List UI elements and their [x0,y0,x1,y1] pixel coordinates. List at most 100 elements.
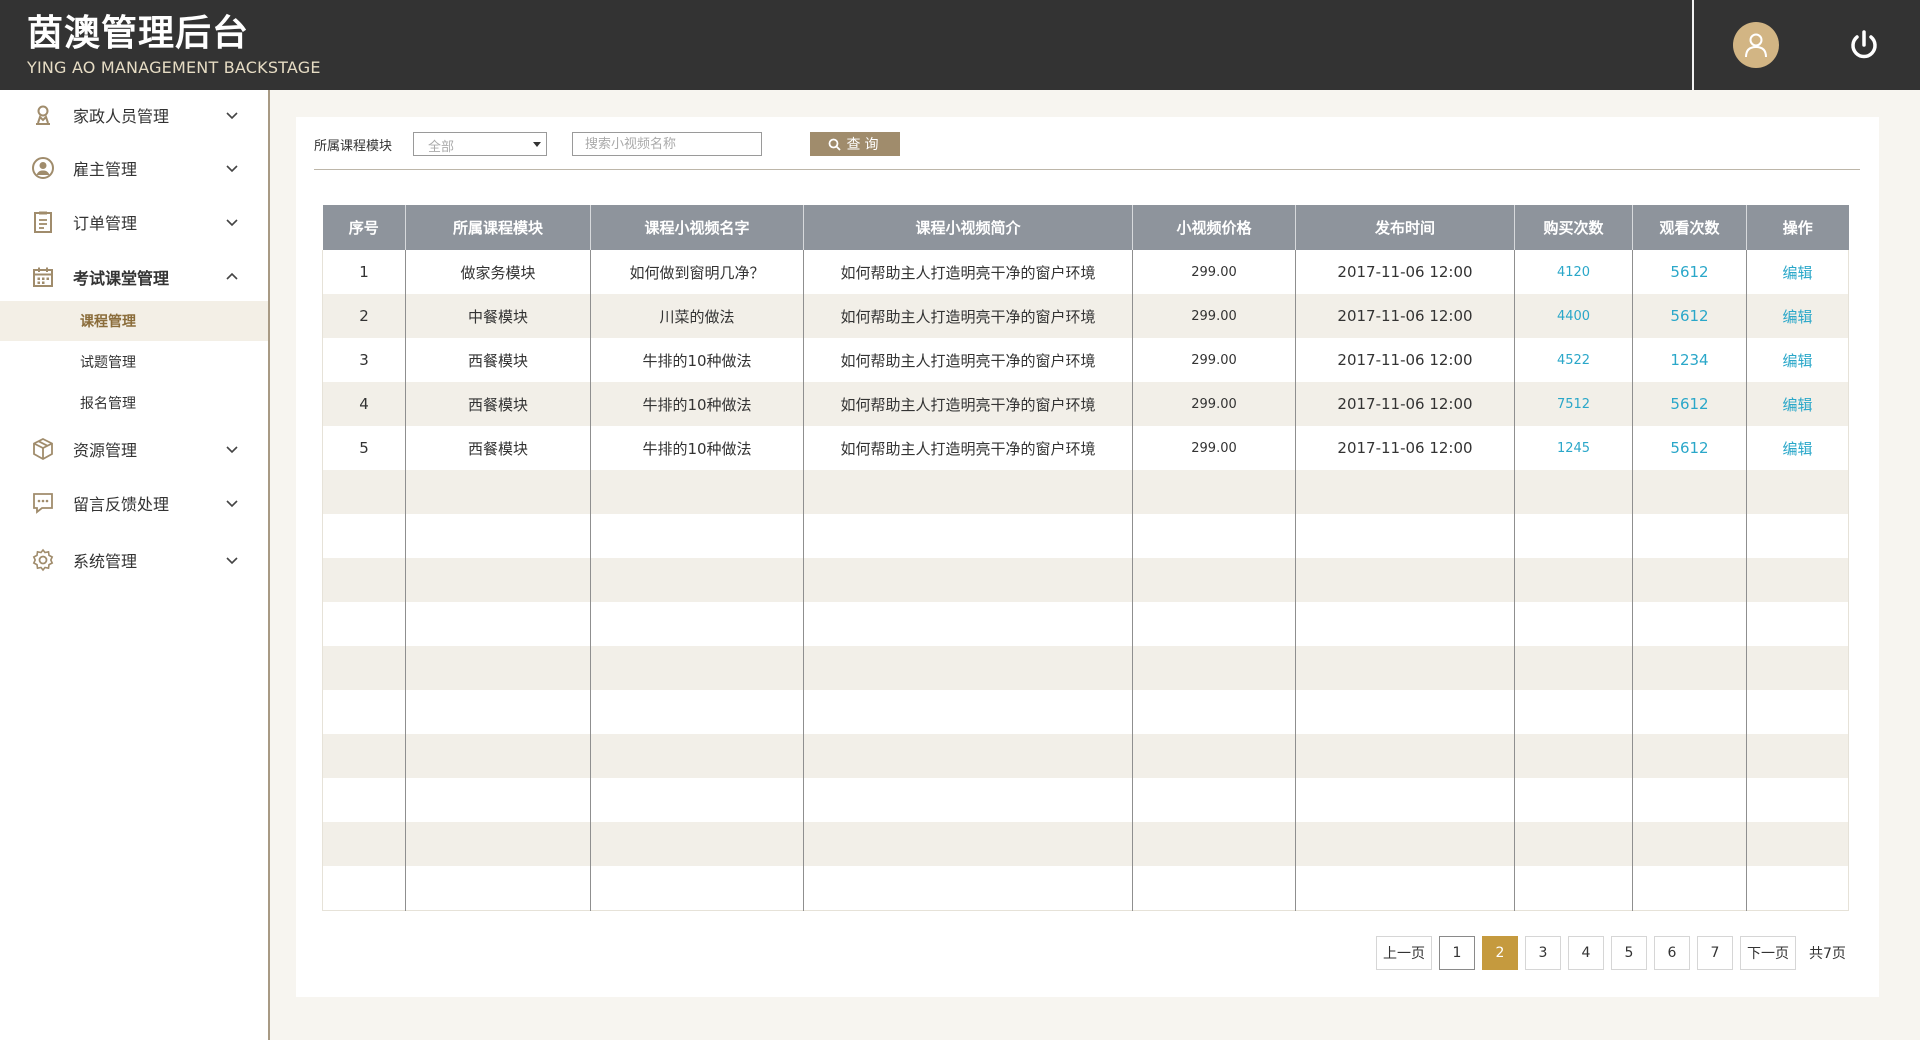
table-cell-empty [1295,866,1515,910]
table-cell-empty [1514,602,1633,646]
table-cell-empty [1295,734,1515,778]
sidebar-item-staff[interactable]: 家政人员管理 [0,95,268,135]
chevron-up-icon [226,272,238,280]
table-cell-empty [322,822,406,866]
calendar-icon [30,264,56,290]
table-cell-empty [1514,514,1633,558]
page-button[interactable]: 1 [1439,936,1475,970]
table-cell-empty [1746,558,1849,602]
prev-page-button[interactable]: 上一页 [1376,936,1432,970]
edit-link[interactable]: 编辑 [1746,382,1849,426]
table-cell-empty [322,734,406,778]
edit-link[interactable]: 编辑 [1746,426,1849,470]
table-cell-empty [1514,470,1633,514]
table-cell-empty [1132,558,1296,602]
table-cell-empty [1746,778,1849,822]
next-page-button[interactable]: 下一页 [1740,936,1796,970]
sidebar-item-feedback[interactable]: 留言反馈处理 [0,483,268,523]
table-cell-empty [1746,734,1849,778]
page-button[interactable]: 5 [1611,936,1647,970]
sidebar-subitem-registration[interactable]: 报名管理 [0,383,268,423]
table-row: 3 西餐模块 牛排的10种做法 如何帮助主人打造明亮干净的窗户环境 299.00… [322,338,1849,382]
sidebar-item-employers[interactable]: 雇主管理 [0,148,268,188]
sidebar-item-label: 家政人员管理 [73,107,170,126]
table-cell-empty [1632,866,1747,910]
cell-time: 2017-11-06 12:00 [1295,250,1515,294]
pagination: 上一页 1 2 3 4 5 6 7 下一页 共7页 [1376,935,1846,971]
table-cell-empty [1746,646,1849,690]
user-icon [1745,33,1767,58]
chevron-down-icon [226,219,238,227]
table-row-empty [322,514,1849,558]
sidebar-item-label: 留言反馈处理 [73,495,170,514]
user-circle-icon [30,155,56,181]
table-cell-empty [405,514,591,558]
table-header-row: 序号 所属课程模块 课程小视频名字 课程小视频简介 小视频价格 发布时间 购买次… [322,205,1849,250]
table-row-empty [322,690,1849,734]
person-pin-icon [30,102,56,128]
cell-no: 1 [322,250,406,294]
chevron-down-icon [226,112,238,120]
table-cell-empty [1132,866,1296,910]
module-select-value: 全部 [428,140,455,155]
table-cell-empty [1295,822,1515,866]
edit-link[interactable]: 编辑 [1746,250,1849,294]
table-cell-empty [803,470,1133,514]
table-cell-empty [405,602,591,646]
sidebar-item-resources[interactable]: 资源管理 [0,429,268,469]
cell-time: 2017-11-06 12:00 [1295,426,1515,470]
cell-price: 299.00 [1132,382,1296,426]
table-cell-empty [1514,778,1633,822]
column-header: 课程小视频名字 [590,205,804,250]
table-cell-empty [803,822,1133,866]
chevron-down-icon [226,557,238,565]
table-cell-empty [322,602,406,646]
table-cell-empty [1746,514,1849,558]
logout-button[interactable] [1845,26,1883,64]
page-button[interactable]: 7 [1697,936,1733,970]
query-button[interactable]: 查询 [810,132,900,156]
sidebar-subitem-questions[interactable]: 试题管理 [0,342,268,382]
clipboard-icon [30,209,56,235]
table-cell-empty [803,602,1133,646]
table-cell-empty [1514,690,1633,734]
table-cell-empty [1132,470,1296,514]
cell-name: 牛排的10种做法 [590,338,804,382]
table-cell-empty [1632,514,1747,558]
sidebar-item-orders[interactable]: 订单管理 [0,202,268,242]
table-cell-empty [1632,558,1747,602]
sidebar-subitem-courses[interactable]: 课程管理 [0,301,268,341]
search-input[interactable] [572,132,762,156]
sidebar-item-label: 资源管理 [73,441,138,460]
page-button[interactable]: 3 [1525,936,1561,970]
edit-link[interactable]: 编辑 [1746,338,1849,382]
page-button[interactable]: 4 [1568,936,1604,970]
sidebar-item-exam-classroom[interactable]: 考试课堂管理 [0,257,268,297]
cell-views: 1234 [1632,338,1747,382]
sidebar-item-system[interactable]: 系统管理 [0,540,268,580]
table-cell-empty [1632,602,1747,646]
page-button[interactable]: 6 [1654,936,1690,970]
column-header: 所属课程模块 [405,205,591,250]
table-cell-empty [803,866,1133,910]
table-cell-empty [1746,690,1849,734]
cell-no: 4 [322,382,406,426]
table-cell-empty [1132,778,1296,822]
table-cell-empty [1295,558,1515,602]
cell-views: 5612 [1632,294,1747,338]
table-cell-empty [1295,602,1515,646]
table-cell-empty [590,470,804,514]
table-cell-empty [590,602,804,646]
course-table: 序号 所属课程模块 课程小视频名字 课程小视频简介 小视频价格 发布时间 购买次… [322,205,1849,911]
cell-intro: 如何帮助主人打造明亮干净的窗户环境 [803,382,1133,426]
table-cell-empty [1746,602,1849,646]
edit-link[interactable]: 编辑 [1746,294,1849,338]
avatar[interactable] [1733,22,1779,68]
module-select[interactable]: 全部 [413,132,547,156]
cell-time: 2017-11-06 12:00 [1295,382,1515,426]
header-divider [1692,0,1694,90]
table-cell-empty [590,690,804,734]
page-button-current[interactable]: 2 [1482,936,1518,970]
sidebar-item-label: 雇主管理 [73,160,138,179]
table-cell-empty [1514,866,1633,910]
